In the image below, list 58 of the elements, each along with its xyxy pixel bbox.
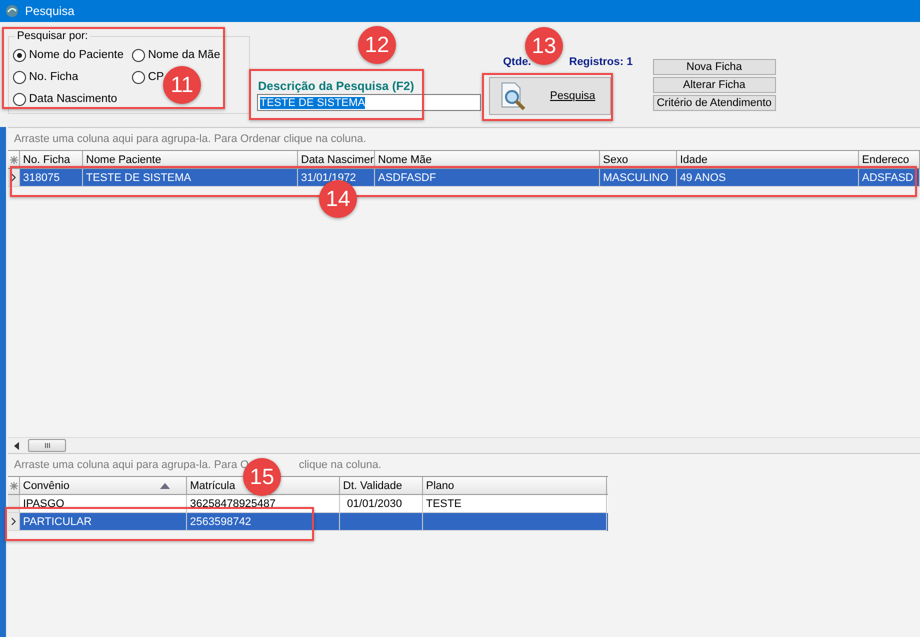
column-header[interactable]: Endereco — [862, 154, 910, 166]
sort-icon — [160, 482, 170, 488]
action-button[interactable]: Critério de Atendimento — [652, 95, 776, 111]
table-cell: TESTE DE SISTEMA — [86, 172, 192, 184]
group-label: Pesquisar por: — [15, 30, 90, 42]
callout-number: 11 — [163, 66, 201, 104]
record-count: Qtde. — [503, 56, 532, 68]
table-cell: TESTE — [426, 498, 462, 510]
group-hint: Arraste uma coluna aqui para agrupa-la. Para Ordenar clique na coluna. — [14, 133, 366, 145]
table-cell: 49 ANOS — [680, 172, 726, 184]
record-count: Registros: 1 — [569, 56, 633, 68]
column-header[interactable]: Nome Mãe — [378, 154, 432, 166]
column-header[interactable]: Nome Paciente — [86, 154, 162, 166]
horizontal-scrollbar[interactable] — [8, 437, 920, 453]
grid-corner-icon — [10, 156, 18, 164]
radio-button[interactable] — [132, 70, 145, 84]
window-title: Pesquisa — [25, 4, 74, 18]
table-cell: PARTICULAR — [23, 516, 92, 528]
app-icon — [5, 4, 19, 18]
table-row[interactable]: PARTICULAR 2563598742 — [8, 513, 608, 531]
radio-label[interactable]: Nome da Mãe — [148, 49, 220, 61]
column-header[interactable]: Convênio — [23, 480, 70, 492]
column-header[interactable]: Idade — [680, 154, 708, 166]
radio-label[interactable]: No. Ficha — [29, 71, 78, 83]
column-header[interactable]: Plano — [426, 480, 454, 492]
radio-label[interactable]: Nome do Paciente — [29, 49, 124, 61]
row-pointer-icon — [11, 517, 16, 526]
row-pointer-icon — [11, 173, 16, 182]
table-cell: 01/01/2030 — [346, 498, 402, 510]
radio-button[interactable] — [13, 48, 26, 62]
group-hint: clique na coluna. — [298, 459, 382, 471]
table-cell: IPASGO — [23, 498, 64, 510]
table-row[interactable]: IPASGO 36258478925487 01/01/2030 TESTE — [8, 495, 608, 513]
table-cell: 2563598742 — [190, 516, 252, 528]
search-label: Descrição da Pesquisa (F2) — [258, 79, 416, 93]
table-row[interactable]: 318075 TESTE DE SISTEMA 31/01/1972 ASDFASDF MASCULINO 49 ANOS ADSFASD — [8, 169, 920, 187]
table-cell: 318075 — [23, 172, 60, 184]
radio-button[interactable] — [13, 70, 26, 84]
column-header[interactable]: No. Ficha — [23, 154, 70, 166]
table-cell: ADSFASD — [862, 172, 914, 184]
grid-corner-icon — [10, 482, 18, 490]
callout-number: 12 — [358, 26, 396, 64]
search-button[interactable]: Pesquisa — [489, 77, 611, 115]
search-field[interactable]: TESTE DE SISTEMA — [257, 94, 481, 111]
column-header[interactable]: Matrícula — [190, 480, 236, 492]
scroll-left-icon[interactable] — [14, 442, 20, 450]
action-button[interactable]: Alterar Ficha — [652, 77, 776, 93]
table-cell: ASDFASDF — [378, 172, 436, 184]
column-header[interactable]: Data Nascimer — [301, 154, 374, 166]
table-cell: 36258478925487 — [190, 498, 276, 510]
action-button[interactable]: Nova Ficha — [652, 59, 776, 75]
table-cell: MASCULINO — [603, 172, 668, 184]
radio-label[interactable]: CP — [148, 71, 164, 83]
radio-button[interactable] — [132, 48, 145, 62]
column-header[interactable]: Dt. Validade — [343, 480, 402, 492]
column-header[interactable]: Sexo — [603, 154, 628, 166]
radio-button[interactable] — [13, 92, 26, 106]
radio-label[interactable]: Data Nascimento — [29, 93, 118, 105]
